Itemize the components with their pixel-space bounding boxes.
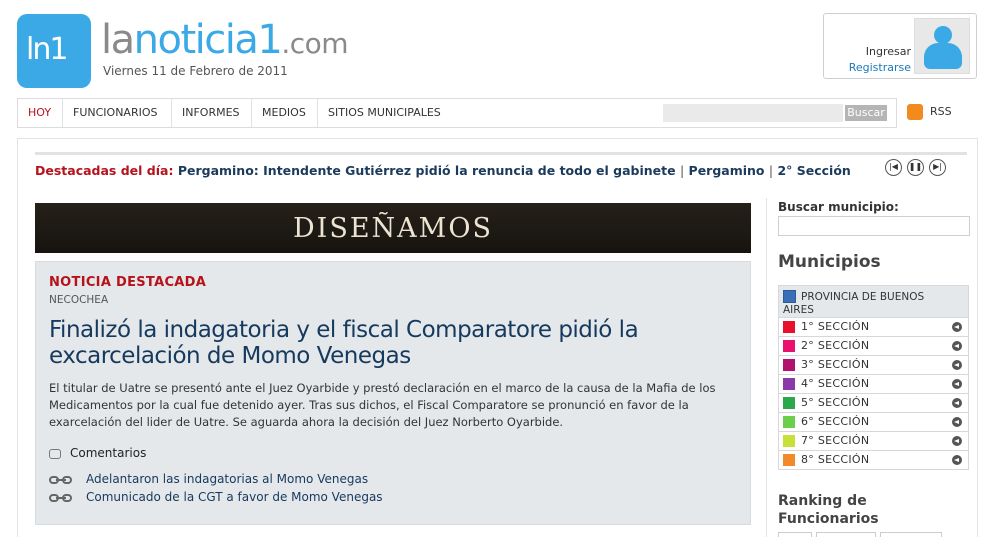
comment-icon [49,449,61,459]
ticker-headline[interactable]: Pergamino: Intendente Gutiérrez pidió la… [178,163,676,178]
site-search-input[interactable] [663,104,843,122]
site-search-button[interactable]: Buscar [845,105,887,121]
main-nav: HOY FUNCIONARIOS INFORMES MEDIOS SITIOS … [17,98,897,128]
ranking-tab[interactable] [816,532,876,537]
ticker-label: Destacadas del día: [35,163,174,178]
expand-arrow-icon[interactable] [952,360,962,370]
rss-icon [907,104,923,120]
ranking-tab[interactable] [778,532,812,537]
section-label: 8° SECCIÓN [801,453,870,466]
logo-mark: ln1 [26,32,68,67]
rss-link[interactable]: RSS [907,102,967,122]
brand-part-noticia1: noticia1 [133,17,283,63]
section-item[interactable]: 2° SECCIÓN [778,337,969,356]
login-box: Ingresar Registrarse [823,13,977,79]
section-color-swatch [783,454,795,466]
next-icon[interactable]: ▶| [929,159,946,176]
ticker-tag-seccion[interactable]: 2° Sección [777,163,850,178]
section-item[interactable]: 6° SECCIÓN [778,413,969,432]
province-label: PROVINCIA DE BUENOS [801,291,925,303]
featured-body: El titular de Uatre se presentó ante el … [49,381,716,429]
rss-label: RSS [930,105,952,118]
section-color-swatch [783,340,795,352]
expand-arrow-icon[interactable] [952,379,962,389]
featured-news: NOTICIA DESTACADA NECOCHEA Finalizó la i… [35,261,751,525]
related-label: Adelantaron las indagatorias al Momo Ven… [86,472,369,486]
expand-arrow-icon[interactable] [952,417,962,427]
headline-ticker: Destacadas del día: Pergamino: Intendent… [35,163,851,178]
municipio-search-input[interactable] [778,216,970,236]
comments-label: Comentarios [70,446,147,460]
municipio-search-label: Buscar municipio: [778,200,899,214]
section-color-swatch [783,378,795,390]
ad-banner[interactable]: DISEÑAMOS [35,203,751,253]
section-label: 5° SECCIÓN [801,396,870,409]
banner-text: DISEÑAMOS [293,213,493,244]
login-link[interactable]: Ingresar [866,45,911,58]
related-label: Comunicado de la CGT a favor de Momo Ven… [86,490,383,504]
user-avatar-icon[interactable] [914,18,970,74]
province-item[interactable]: PROVINCIA DE BUENOS AIRES [778,285,969,318]
nav-item-medios[interactable]: MEDIOS [252,99,318,127]
site-brand[interactable]: lanoticia1.com [101,16,349,68]
section-label: 4° SECCIÓN [801,377,870,390]
nav-item-hoy[interactable]: HOY [18,99,63,127]
expand-arrow-icon[interactable] [952,322,962,332]
section-label: 3° SECCIÓN [801,358,870,371]
section-color-swatch [783,359,795,371]
ticker-separator: | [679,163,685,178]
avatar-body [924,43,962,69]
expand-arrow-icon[interactable] [952,341,962,351]
expand-arrow-icon[interactable] [952,398,962,408]
link-icon [49,476,73,484]
section-label: 1° SECCIÓN [801,320,870,333]
nav-item-funcionarios[interactable]: FUNCIONARIOS [63,99,172,127]
province-color-swatch [783,290,796,303]
ranking-title: Ranking de Funcionarios [778,493,879,527]
sidebar-divider [766,198,767,537]
featured-label: NOTICIA DESTACADA [49,275,207,290]
province-label-2: AIRES [783,304,814,316]
municipios-list: PROVINCIA DE BUENOS AIRES 1° SECCIÓN 2° S… [778,285,969,470]
section-item[interactable]: 1° SECCIÓN [778,318,969,337]
section-label: 6° SECCIÓN [801,415,870,428]
nav-item-sitios-municipales[interactable]: SITIOS MUNICIPALES [318,99,460,127]
section-label: 7° SECCIÓN [801,434,870,447]
expand-arrow-icon[interactable] [952,436,962,446]
section-item[interactable]: 3° SECCIÓN [778,356,969,375]
avatar-head [934,26,952,44]
register-link[interactable]: Registrarse [849,61,911,74]
municipios-title: Municipios [778,252,881,272]
featured-title[interactable]: Finalizó la indagatoria y el fiscal Comp… [49,317,739,369]
ranking-tab[interactable] [880,532,942,537]
current-date: Viernes 11 de Febrero de 2011 [103,64,288,78]
section-item[interactable]: 8° SECCIÓN [778,451,969,470]
ticker-divider [35,152,967,155]
section-color-swatch [783,435,795,447]
featured-place: NECOCHEA [49,294,109,306]
previous-icon[interactable]: |◀ [885,159,902,176]
section-color-swatch [783,416,795,428]
expand-arrow-icon[interactable] [952,455,962,465]
brand-part-la: la [101,17,135,63]
ticker-separator: | [768,163,774,178]
section-label: 2° SECCIÓN [801,339,870,352]
section-item[interactable]: 7° SECCIÓN [778,432,969,451]
nav-item-informes[interactable]: INFORMES [172,99,252,127]
pause-icon[interactable]: ❚❚ [907,159,924,176]
link-icon [49,494,73,502]
site-logo[interactable]: ln1 [17,14,91,88]
brand-part-com: .com [281,27,349,60]
ticker-tag-pergamino[interactable]: Pergamino [689,163,765,178]
section-item[interactable]: 4° SECCIÓN [778,375,969,394]
section-color-swatch [783,397,795,409]
section-color-swatch [783,321,795,333]
section-item[interactable]: 5° SECCIÓN [778,394,969,413]
